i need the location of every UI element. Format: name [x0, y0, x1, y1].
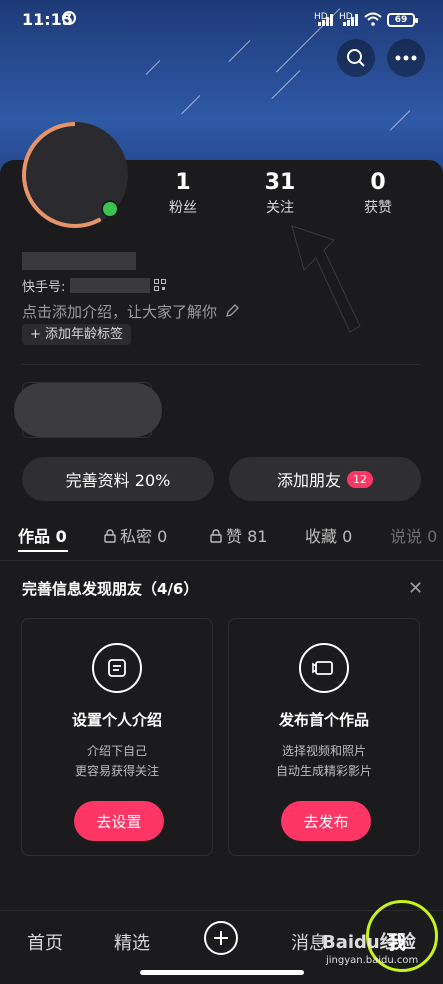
card-set-intro: 设置个人介绍 介绍下自己 更容易获得关注 去设置: [21, 618, 213, 856]
stat-followers-value: 1: [175, 170, 191, 195]
search-button[interactable]: [337, 39, 375, 77]
annotation-arrow-icon: [291, 225, 361, 333]
add-age-tag-label: 添加年龄标签: [45, 327, 124, 342]
tab-favorites-label: 收藏 0: [305, 527, 353, 546]
tab-works[interactable]: 作品 0: [18, 523, 67, 547]
go-set-button[interactable]: 去设置: [74, 801, 164, 841]
card-set-intro-desc-line-1: 介绍下自己: [86, 744, 147, 758]
tab-moments[interactable]: 说说 0: [390, 523, 437, 547]
card-set-intro-desc-line-2: 更容易获得关注: [74, 764, 159, 778]
card-publish-desc-line-2: 自动生成精彩影片: [275, 764, 372, 778]
intro-text: 点击添加介绍，让大家了解你: [22, 303, 218, 321]
complete-profile-label: 完善资料 20%: [65, 471, 171, 490]
tab-works-label: 作品 0: [18, 527, 67, 546]
tab-moments-label: 说说 0: [390, 527, 438, 546]
add-friend-badge: 12: [347, 470, 373, 488]
card-set-intro-title: 设置个人介绍: [71, 711, 162, 729]
more-button[interactable]: [387, 39, 425, 77]
lock-icon: [104, 529, 116, 543]
online-status-dot: [101, 200, 119, 218]
stat-following[interactable]: 31 关注: [240, 170, 320, 217]
alarm-icon: [62, 11, 76, 25]
add-friend-label: 添加朋友: [276, 471, 341, 490]
card-publish-title: 发布首个作品: [278, 711, 369, 729]
document-icon: [92, 643, 142, 693]
video-camera-icon: [299, 643, 349, 693]
add-friend-button[interactable]: 添加朋友 12: [229, 457, 421, 501]
tab-private[interactable]: 私密 0: [104, 523, 167, 547]
intro-placeholder[interactable]: 点击添加介绍，让大家了解你: [22, 301, 239, 322]
watermark-url: jingyan.baidu.com: [326, 955, 419, 966]
stat-following-label: 关注: [266, 200, 294, 216]
plus-icon: [214, 931, 228, 945]
stat-likes-label: 获赞: [364, 200, 392, 216]
card-publish-desc-line-1: 选择视频和照片: [281, 744, 366, 758]
plus-icon: +: [30, 327, 41, 342]
kuaishou-id-redacted: [70, 278, 150, 293]
stat-followers-label: 粉丝: [169, 200, 197, 216]
profile-widget-redacted: [14, 383, 162, 437]
tab-liked-label: 赞 81: [226, 527, 268, 546]
stat-likes[interactable]: 0 获赞: [338, 170, 418, 217]
card-set-intro-desc: 介绍下自己 更容易获得关注: [22, 741, 212, 781]
add-age-tag-button[interactable]: + 添加年龄标签: [22, 324, 132, 345]
close-icon[interactable]: ✕: [408, 578, 423, 599]
kuaishou-id-label: 快手号:: [22, 280, 66, 295]
go-publish-label: 去发布: [303, 812, 349, 831]
card-publish-first: 发布首个作品 选择视频和照片 自动生成精彩影片 去发布: [228, 618, 420, 856]
lock-icon: [210, 529, 222, 543]
stat-likes-value: 0: [370, 170, 386, 195]
card-publish-desc: 选择视频和照片 自动生成精彩影片: [229, 741, 419, 781]
watermark-brand: Baidu经验: [322, 932, 416, 953]
profile-screen: 11:15 HD HD 69 1 粉丝 31 关注 0 获赞 快手号: 点击添加…: [0, 0, 443, 984]
active-tab-indicator: [18, 550, 68, 552]
go-publish-button[interactable]: 去发布: [281, 801, 371, 841]
signal-icon-2: [343, 14, 363, 26]
go-set-label: 去设置: [96, 812, 142, 831]
nav-home[interactable]: 首页: [27, 929, 63, 955]
more-dots-icon: [395, 55, 417, 61]
stat-following-value: 31: [264, 170, 296, 195]
search-icon: [347, 49, 365, 67]
create-button[interactable]: [204, 921, 238, 955]
complete-profile-button[interactable]: 完善资料 20%: [22, 457, 214, 501]
divider: [22, 364, 420, 365]
battery-icon: 69: [387, 13, 418, 27]
nav-featured[interactable]: 精选: [114, 929, 150, 955]
wifi-icon: [364, 12, 382, 30]
home-indicator[interactable]: [140, 970, 304, 975]
status-bar: 11:15 HD HD 69: [0, 0, 443, 40]
tab-favorites[interactable]: 收藏 0: [305, 523, 352, 547]
tab-private-label: 私密 0: [120, 527, 168, 546]
edit-icon: [225, 304, 239, 317]
tab-liked[interactable]: 赞 81: [210, 523, 267, 547]
tabs-divider: [0, 560, 443, 561]
signal-icon: [318, 14, 338, 26]
username-redacted: [22, 252, 136, 270]
profile-sheet: [0, 160, 443, 984]
find-friends-title: 完善信息发现朋友（4/6）: [22, 580, 199, 598]
stat-followers[interactable]: 1 粉丝: [143, 170, 223, 217]
qr-code-icon[interactable]: [154, 279, 166, 291]
